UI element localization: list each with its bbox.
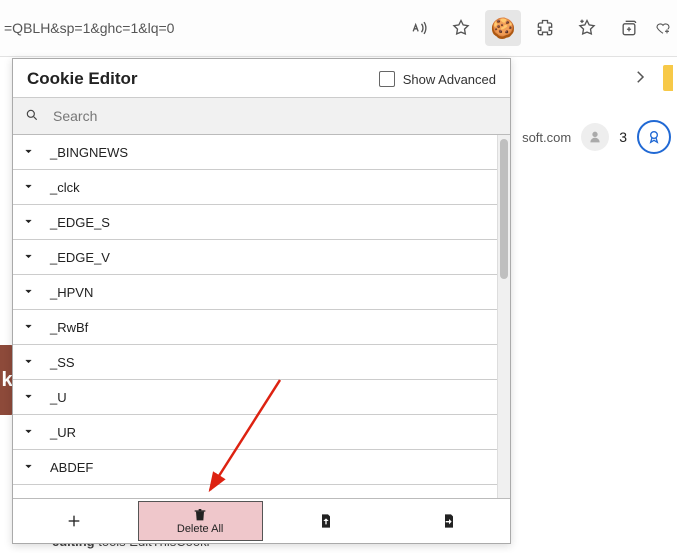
cookie-name: _BINGNEWS <box>50 145 128 160</box>
show-advanced-toggle[interactable]: Show Advanced <box>379 71 496 87</box>
cookie-row[interactable]: _clck <box>13 170 510 205</box>
cookie-list: _BINGNEWS _clck _EDGE_S _EDGE_V _HPVN _RwBf _S… <box>13 135 510 498</box>
search-row <box>13 97 510 135</box>
heart-plus-icon[interactable] <box>653 10 671 46</box>
page-sub-bar <box>631 60 673 96</box>
chevron-down-icon <box>23 145 34 160</box>
cookie-row[interactable]: _RwBf <box>13 310 510 345</box>
scrollbar-thumb[interactable] <box>500 139 508 279</box>
favorites-icon[interactable] <box>569 10 605 46</box>
collections-icon[interactable] <box>611 10 647 46</box>
chevron-down-icon <box>23 355 34 370</box>
cookie-row[interactable]: _EDGE_S <box>13 205 510 240</box>
cookie-row[interactable]: _SS <box>13 345 510 380</box>
favorite-star-icon[interactable] <box>443 10 479 46</box>
chevron-down-icon <box>23 425 34 440</box>
show-advanced-label: Show Advanced <box>403 72 496 87</box>
action-bar: Delete All <box>13 498 510 543</box>
domain-fragment: soft.com <box>522 130 571 145</box>
search-input[interactable] <box>51 107 498 125</box>
popup-title: Cookie Editor <box>27 69 138 89</box>
chevron-down-icon <box>23 460 34 475</box>
chevron-down-icon <box>23 495 34 499</box>
rewards-medal-icon[interactable] <box>637 120 671 154</box>
cookie-row[interactable]: _HPVN <box>13 275 510 310</box>
cookie-editor-popup: Cookie Editor Show Advanced _BINGNEWS _cl… <box>12 58 511 544</box>
cookie-name: ABDEF <box>50 460 93 475</box>
add-cookie-button[interactable] <box>13 499 136 543</box>
cookie-name: _RwBf <box>50 320 88 335</box>
popup-header: Cookie Editor Show Advanced <box>13 59 510 97</box>
profile-avatar-icon[interactable] <box>581 123 609 151</box>
delete-all-label: Delete All <box>177 523 223 535</box>
import-icon <box>318 513 334 529</box>
cookie-row[interactable]: _U <box>13 380 510 415</box>
rewards-count: 3 <box>619 129 627 145</box>
favorites-bar-fragment-icon[interactable] <box>663 65 673 91</box>
chevron-down-icon <box>23 180 34 195</box>
cookie-icon: 🍪 <box>491 16 516 41</box>
cookie-name: _U <box>50 390 67 405</box>
cookie-editor-extension-icon[interactable]: 🍪 <box>485 10 521 46</box>
chevron-down-icon <box>23 250 34 265</box>
chevron-down-icon <box>23 320 34 335</box>
trash-icon <box>192 507 208 523</box>
export-icon <box>441 513 457 529</box>
cookie-row[interactable]: ABDEF <box>13 450 510 485</box>
cookie-name: _EDGE_V <box>50 250 110 265</box>
plus-icon <box>66 513 82 529</box>
cookie-name: ACL <box>50 495 75 499</box>
cookie-name: _SS <box>50 355 75 370</box>
search-icon <box>25 108 39 125</box>
address-bar-fragment[interactable]: =QBLH&sp=1&ghc=1&lq=0 <box>0 0 364 56</box>
import-button[interactable] <box>265 499 388 543</box>
checkbox-icon <box>379 71 395 87</box>
scrollbar[interactable] <box>497 135 510 498</box>
export-button[interactable] <box>387 499 510 543</box>
page-header-remnant: soft.com 3 <box>522 120 671 154</box>
cookie-name: _UR <box>50 425 76 440</box>
delete-all-button[interactable]: Delete All <box>138 501 263 541</box>
extensions-icon[interactable] <box>527 10 563 46</box>
chevron-down-icon <box>23 390 34 405</box>
read-aloud-icon[interactable] <box>401 10 437 46</box>
chevron-down-icon <box>23 285 34 300</box>
cookie-name: _clck <box>50 180 80 195</box>
cookie-row[interactable]: _UR <box>13 415 510 450</box>
cookie-row[interactable]: ACL <box>13 485 510 498</box>
browser-toolbar: =QBLH&sp=1&ghc=1&lq=0 🍪 <box>0 0 677 57</box>
toolbar-icons: 🍪 <box>401 0 671 56</box>
cookie-row[interactable]: _EDGE_V <box>13 240 510 275</box>
forward-chevron-icon[interactable] <box>631 68 649 89</box>
cookie-name: _HPVN <box>50 285 93 300</box>
cookie-name: _EDGE_S <box>50 215 110 230</box>
chevron-down-icon <box>23 215 34 230</box>
cookie-row[interactable]: _BINGNEWS <box>13 135 510 170</box>
